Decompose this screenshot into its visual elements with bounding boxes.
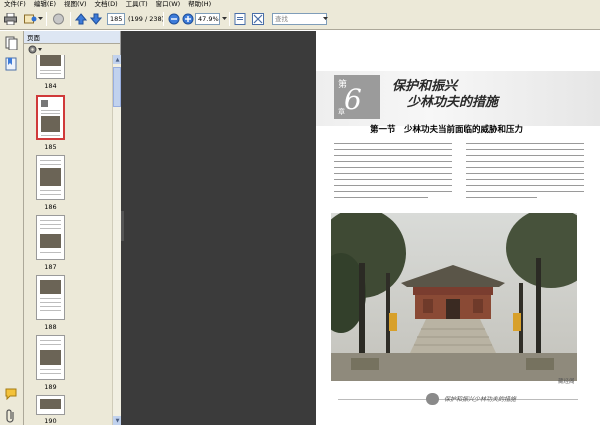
- body-text-right: [466, 143, 584, 203]
- thumbnail-page-186[interactable]: [36, 155, 65, 200]
- navigation-tabs: [0, 31, 24, 425]
- separator: [229, 12, 230, 26]
- chapter-number: 6: [344, 83, 362, 116]
- chapter-number-box: 第 6 章: [334, 75, 380, 119]
- thumbnail-page-190[interactable]: [36, 395, 65, 415]
- zoom-input[interactable]: 47.9%: [195, 13, 220, 25]
- email-dropdown[interactable]: [37, 12, 43, 26]
- print-button[interactable]: [3, 12, 17, 26]
- pages-icon: [5, 36, 18, 51]
- thumbnail-page-184[interactable]: [36, 55, 65, 79]
- body-text-left: [334, 143, 452, 203]
- panel-title: 页面: [27, 34, 40, 42]
- photo-caption: 藏经阁: [558, 379, 575, 385]
- bookmark-icon: [5, 57, 17, 71]
- thumbnail-page-187[interactable]: [36, 215, 65, 260]
- hand-icon: [52, 13, 64, 25]
- full-screen-icon: [252, 13, 264, 25]
- pages-panel: 页面 × 184 185 186: [24, 31, 122, 425]
- menu-edit[interactable]: 编辑(E): [30, 0, 60, 9]
- thumbnail-label: 184: [44, 82, 57, 90]
- document-page: 第 6 章 保护和振兴 少林功夫的措施 第一节 少林功夫当前面临的威胁和压力 藏…: [316, 31, 600, 425]
- panel-splitter[interactable]: [121, 211, 124, 241]
- scrollbar-thumb[interactable]: [113, 67, 121, 107]
- zoom-dropdown[interactable]: [221, 12, 227, 26]
- chevron-down-icon: [322, 17, 328, 20]
- thumbnail-page-188[interactable]: [36, 275, 65, 320]
- thumbnail-page-185[interactable]: [36, 95, 65, 140]
- separator: [70, 12, 71, 26]
- temple-photo: [331, 213, 577, 381]
- page-number-input[interactable]: 185: [107, 13, 125, 25]
- arrow-up-icon: [75, 13, 87, 25]
- section-title: 第一节 少林功夫当前面临的威胁和压力: [370, 125, 524, 135]
- thumbnail-label: 188: [44, 323, 57, 331]
- thumbnail-label: 187: [44, 263, 57, 271]
- panel-header: 页面 ×: [24, 31, 120, 73]
- menu-bar: 文件(F) 编辑(E) 视图(V) 文档(D) 工具(T) 窗口(W) 帮助(H…: [0, 0, 600, 9]
- paperclip-icon: [6, 409, 14, 423]
- page-number-badge: [426, 393, 439, 405]
- chapter-suffix: 章: [338, 108, 345, 116]
- zoom-in-button[interactable]: [181, 12, 195, 26]
- zoom-in-icon: [182, 13, 194, 25]
- pages-tab[interactable]: [5, 36, 18, 52]
- comments-tab[interactable]: [5, 388, 19, 402]
- chapter-header: 第 6 章 保护和振兴 少林功夫的措施: [316, 71, 600, 126]
- thumbnail-label: 190: [44, 417, 57, 425]
- panel-options[interactable]: [24, 44, 120, 55]
- print-icon: [3, 13, 17, 25]
- separator: [46, 12, 47, 26]
- chevron-down-icon: [221, 17, 227, 20]
- menu-document[interactable]: 文档(D): [91, 0, 122, 9]
- fit-width-button[interactable]: [233, 12, 247, 26]
- full-screen-button[interactable]: [251, 12, 265, 26]
- chevron-down-icon: [37, 17, 43, 20]
- fit-page-icon: [234, 13, 246, 25]
- menu-view[interactable]: 视图(V): [60, 0, 91, 9]
- options-gear-icon: [28, 45, 42, 54]
- thumbnail-label: 186: [44, 203, 57, 211]
- zoom-out-button[interactable]: [167, 12, 181, 26]
- thumbnail-list: 184 185 186 187 188 189 190: [24, 55, 112, 425]
- bookmarks-tab[interactable]: [5, 57, 18, 73]
- menu-help[interactable]: 帮助(H): [184, 0, 215, 9]
- running-footer: 保护和振兴少林功夫的措施: [444, 396, 517, 403]
- thumbnail-page-189[interactable]: [36, 335, 65, 380]
- email-button[interactable]: [23, 12, 37, 26]
- email-icon: [23, 14, 36, 24]
- thumbnail-label: 189: [44, 383, 57, 391]
- thumbnail-label: 185: [44, 143, 57, 151]
- menu-tools[interactable]: 工具(T): [122, 0, 152, 9]
- arrow-down-icon: [90, 13, 102, 25]
- page-count: (199 / 238): [128, 15, 165, 23]
- toolbar: 185 (199 / 238) 47.9% 查找: [0, 9, 600, 30]
- search-field[interactable]: 查找: [272, 13, 327, 25]
- next-page-button[interactable]: [89, 12, 103, 26]
- menu-file[interactable]: 文件(F): [0, 0, 30, 9]
- search-dropdown[interactable]: [322, 12, 328, 26]
- comment-icon: [5, 388, 17, 401]
- attachments-tab[interactable]: [5, 409, 17, 425]
- zoom-out-icon: [168, 13, 180, 25]
- document-viewer[interactable]: 第 6 章 保护和振兴 少林功夫的措施 第一节 少林功夫当前面临的威胁和压力 藏…: [121, 31, 600, 425]
- thumbnail-scrollbar[interactable]: ▲ ▼: [112, 55, 122, 425]
- previous-page-button[interactable]: [74, 12, 88, 26]
- chapter-title-line2: 少林功夫的措施: [407, 95, 499, 110]
- menu-window[interactable]: 窗口(W): [152, 0, 185, 9]
- separator: [163, 12, 164, 26]
- hand-tool-button[interactable]: [51, 12, 65, 26]
